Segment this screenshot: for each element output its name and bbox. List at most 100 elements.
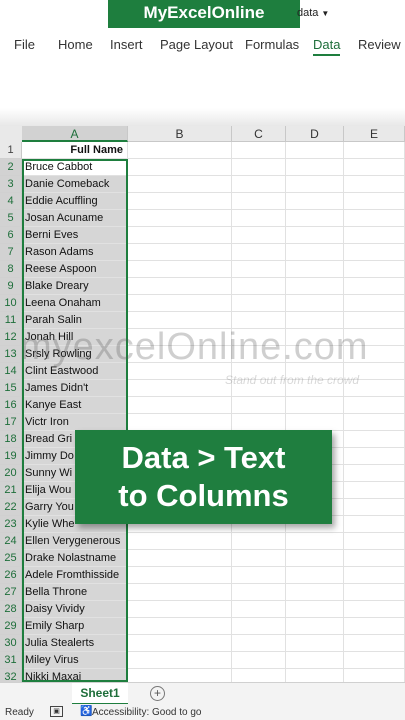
empty-cell[interactable]	[128, 601, 232, 618]
empty-cell[interactable]	[344, 312, 405, 329]
empty-cell[interactable]	[128, 295, 232, 312]
empty-cell[interactable]	[344, 550, 405, 567]
accessibility-icon[interactable]: ♿	[80, 706, 92, 717]
empty-cell[interactable]	[344, 448, 405, 465]
name-cell[interactable]: Bruce Cabbot	[22, 159, 128, 176]
empty-cell[interactable]	[286, 329, 344, 346]
empty-cell[interactable]	[128, 278, 232, 295]
row-header[interactable]: 19	[0, 448, 22, 465]
empty-cell[interactable]	[232, 210, 286, 227]
row-header[interactable]: 23	[0, 516, 22, 533]
empty-cell[interactable]	[286, 346, 344, 363]
empty-cell[interactable]	[344, 380, 405, 397]
empty-cell[interactable]	[344, 431, 405, 448]
row-header[interactable]: 22	[0, 499, 22, 516]
empty-cell[interactable]	[344, 567, 405, 584]
empty-cell[interactable]	[286, 669, 344, 682]
empty-cell[interactable]	[344, 159, 405, 176]
name-cell[interactable]: Parah Salin	[22, 312, 128, 329]
empty-cell[interactable]	[128, 584, 232, 601]
empty-cell[interactable]	[232, 227, 286, 244]
empty-cell[interactable]	[128, 210, 232, 227]
column-header-b[interactable]: B	[128, 126, 232, 142]
empty-cell[interactable]	[128, 414, 232, 431]
row-header[interactable]: 31	[0, 652, 22, 669]
row-header[interactable]: 9	[0, 278, 22, 295]
sheet-tab-sheet1[interactable]: Sheet1	[72, 683, 128, 705]
empty-cell[interactable]	[344, 465, 405, 482]
empty-cell[interactable]	[128, 363, 232, 380]
empty-cell[interactable]	[344, 295, 405, 312]
empty-cell[interactable]	[232, 312, 286, 329]
row-header[interactable]: 30	[0, 635, 22, 652]
name-cell[interactable]: Eddie Acuffling	[22, 193, 128, 210]
row-header[interactable]: 27	[0, 584, 22, 601]
row-header[interactable]: 26	[0, 567, 22, 584]
empty-cell[interactable]	[232, 550, 286, 567]
column-header-e[interactable]: E	[344, 126, 405, 142]
empty-cell[interactable]	[344, 227, 405, 244]
tab-home[interactable]: Home	[58, 37, 93, 52]
empty-cell[interactable]	[232, 397, 286, 414]
empty-cell[interactable]	[286, 652, 344, 669]
empty-cell[interactable]	[286, 278, 344, 295]
worksheet-grid[interactable]: A B C D E 1 Full Name 2 Bruce Cabbot 3 Danie …	[0, 126, 405, 682]
empty-cell[interactable]	[344, 193, 405, 210]
empty-cell[interactable]	[344, 669, 405, 682]
row-header[interactable]: 14	[0, 363, 22, 380]
name-cell[interactable]: Danie Comeback	[22, 176, 128, 193]
tab-page-layout[interactable]: Page Layout	[160, 37, 233, 52]
empty-cell[interactable]	[344, 176, 405, 193]
empty-cell[interactable]	[128, 261, 232, 278]
tab-insert[interactable]: Insert	[110, 37, 143, 52]
empty-cell[interactable]	[286, 295, 344, 312]
empty-cell[interactable]	[232, 295, 286, 312]
name-cell[interactable]: Rason Adams	[22, 244, 128, 261]
tab-file[interactable]: File	[14, 37, 35, 52]
empty-cell[interactable]	[232, 635, 286, 652]
empty-cell[interactable]	[128, 312, 232, 329]
empty-cell[interactable]	[128, 618, 232, 635]
empty-cell[interactable]	[344, 278, 405, 295]
empty-cell[interactable]	[286, 210, 344, 227]
row-header[interactable]: 12	[0, 329, 22, 346]
name-cell[interactable]: Kanye East	[22, 397, 128, 414]
name-cell[interactable]: Emily Sharp	[22, 618, 128, 635]
empty-cell[interactable]	[286, 312, 344, 329]
empty-cell[interactable]	[286, 533, 344, 550]
empty-cell[interactable]	[232, 261, 286, 278]
empty-cell[interactable]	[128, 669, 232, 682]
name-cell[interactable]: Drake Nolastname	[22, 550, 128, 567]
empty-cell[interactable]	[344, 601, 405, 618]
row-header[interactable]: 8	[0, 261, 22, 278]
empty-cell[interactable]	[232, 669, 286, 682]
empty-cell[interactable]	[232, 584, 286, 601]
empty-cell[interactable]	[286, 550, 344, 567]
tab-review[interactable]: Review	[358, 37, 401, 52]
name-cell[interactable]: Clint Eastwood	[22, 363, 128, 380]
row-header[interactable]: 25	[0, 550, 22, 567]
empty-cell[interactable]	[128, 567, 232, 584]
empty-cell[interactable]	[344, 635, 405, 652]
name-cell[interactable]: Josan Acuname	[22, 210, 128, 227]
name-cell[interactable]: Daisy Vividy	[22, 601, 128, 618]
empty-cell[interactable]	[128, 380, 232, 397]
empty-cell[interactable]	[286, 584, 344, 601]
empty-cell[interactable]	[344, 329, 405, 346]
column-header-c[interactable]: C	[232, 126, 286, 142]
empty-cell[interactable]	[344, 652, 405, 669]
row-header[interactable]: 4	[0, 193, 22, 210]
empty-cell[interactable]	[232, 567, 286, 584]
name-cell[interactable]: Jonah Hill	[22, 329, 128, 346]
empty-cell[interactable]	[286, 142, 344, 159]
empty-cell[interactable]	[232, 159, 286, 176]
row-header[interactable]: 28	[0, 601, 22, 618]
empty-cell[interactable]	[344, 142, 405, 159]
row-header[interactable]: 2	[0, 159, 22, 176]
empty-cell[interactable]	[286, 567, 344, 584]
empty-cell[interactable]	[128, 244, 232, 261]
empty-cell[interactable]	[344, 363, 405, 380]
row-header[interactable]: 15	[0, 380, 22, 397]
empty-cell[interactable]	[344, 618, 405, 635]
empty-cell[interactable]	[232, 278, 286, 295]
